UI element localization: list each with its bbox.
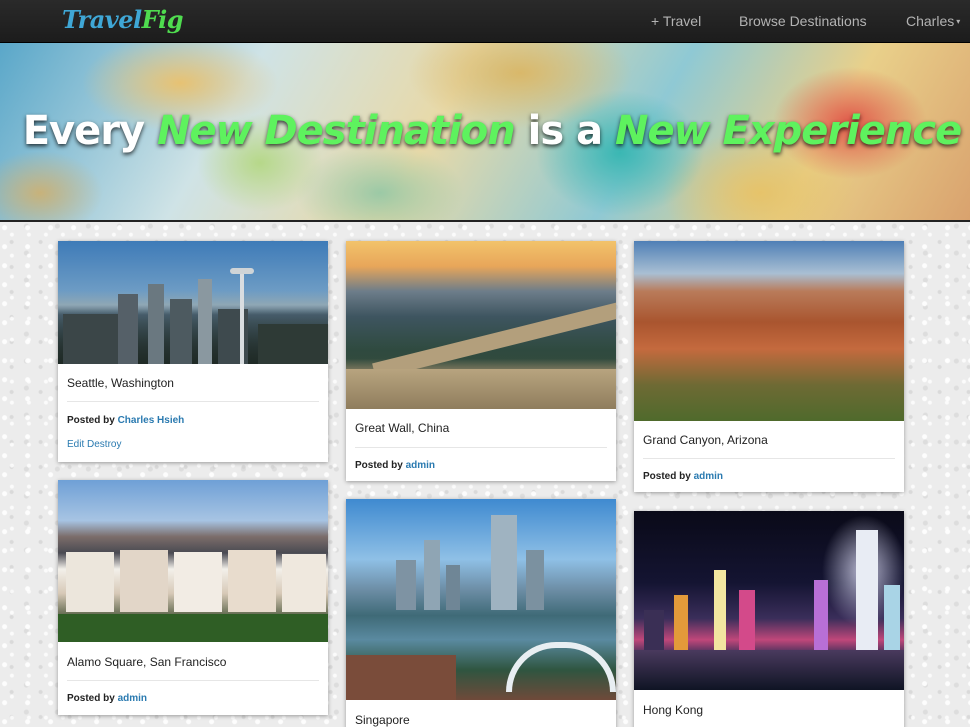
destination-photo[interactable] xyxy=(58,480,328,642)
brand-logo-part2: Fig xyxy=(141,5,184,34)
destination-card: Grand Canyon, Arizona Posted by admin xyxy=(634,241,904,492)
hero-highlight-2: New Experience xyxy=(615,108,962,154)
posted-by-label: Posted by xyxy=(643,471,691,482)
destination-card: Alamo Square, San Francisco Posted by ad… xyxy=(58,480,328,715)
card-title: Seattle, Washington xyxy=(67,376,174,390)
posted-by-label: Posted by xyxy=(67,693,115,704)
hero-text-1: Every xyxy=(22,108,157,154)
brand-logo-part1: Travel xyxy=(62,5,142,34)
author-link[interactable]: admin xyxy=(694,471,723,482)
nav-add-travel[interactable]: + Travel xyxy=(651,13,701,29)
destination-photo[interactable] xyxy=(58,241,328,364)
nav-browse-destinations[interactable]: Browse Destinations xyxy=(739,13,867,29)
card-actions: Edit Destroy xyxy=(58,426,328,450)
posted-by: Posted by Charles Hsieh xyxy=(58,402,328,426)
nav-user-menu[interactable]: Charles ▾ xyxy=(906,13,960,29)
card-title: Grand Canyon, Arizona xyxy=(643,433,768,447)
posted-by-label: Posted by xyxy=(355,460,403,471)
top-navbar: TravelFig + Travel Browse Destinations C… xyxy=(0,0,970,43)
hero-banner: Every New Destination is a New Experienc… xyxy=(0,43,970,222)
destination-photo[interactable] xyxy=(634,241,904,421)
caret-down-icon: ▾ xyxy=(956,17,961,26)
card-title: Hong Kong xyxy=(643,703,704,717)
destination-photo[interactable] xyxy=(346,499,616,700)
card-title: Singapore xyxy=(355,713,410,727)
posted-by: Posted by admin xyxy=(346,448,616,471)
destination-card: Hong Kong xyxy=(634,511,904,727)
destroy-link[interactable]: Destroy xyxy=(87,439,121,450)
destination-card: Singapore xyxy=(346,499,616,727)
posted-by-label: Posted by xyxy=(67,415,115,426)
hero-highlight-1: New Destination xyxy=(156,108,516,154)
nav-user-name: Charles xyxy=(906,13,955,29)
hero-headline: Every New Destination is a New Experienc… xyxy=(0,108,970,154)
author-link[interactable]: admin xyxy=(406,460,435,471)
author-link[interactable]: Charles Hsieh xyxy=(118,415,185,426)
card-title: Alamo Square, San Francisco xyxy=(67,655,227,669)
card-title: Great Wall, China xyxy=(355,421,450,435)
edit-link[interactable]: Edit xyxy=(67,439,84,450)
author-link[interactable]: admin xyxy=(118,693,147,704)
posted-by: Posted by admin xyxy=(634,459,904,482)
brand-logo[interactable]: TravelFig xyxy=(62,5,184,34)
hero-text-2: is a xyxy=(514,108,615,154)
destination-photo[interactable] xyxy=(346,241,616,409)
destination-card: Seattle, Washington Posted by Charles Hs… xyxy=(58,241,328,462)
destination-photo[interactable] xyxy=(634,511,904,690)
destination-card: Great Wall, China Posted by admin xyxy=(346,241,616,481)
posted-by: Posted by admin xyxy=(58,681,328,704)
